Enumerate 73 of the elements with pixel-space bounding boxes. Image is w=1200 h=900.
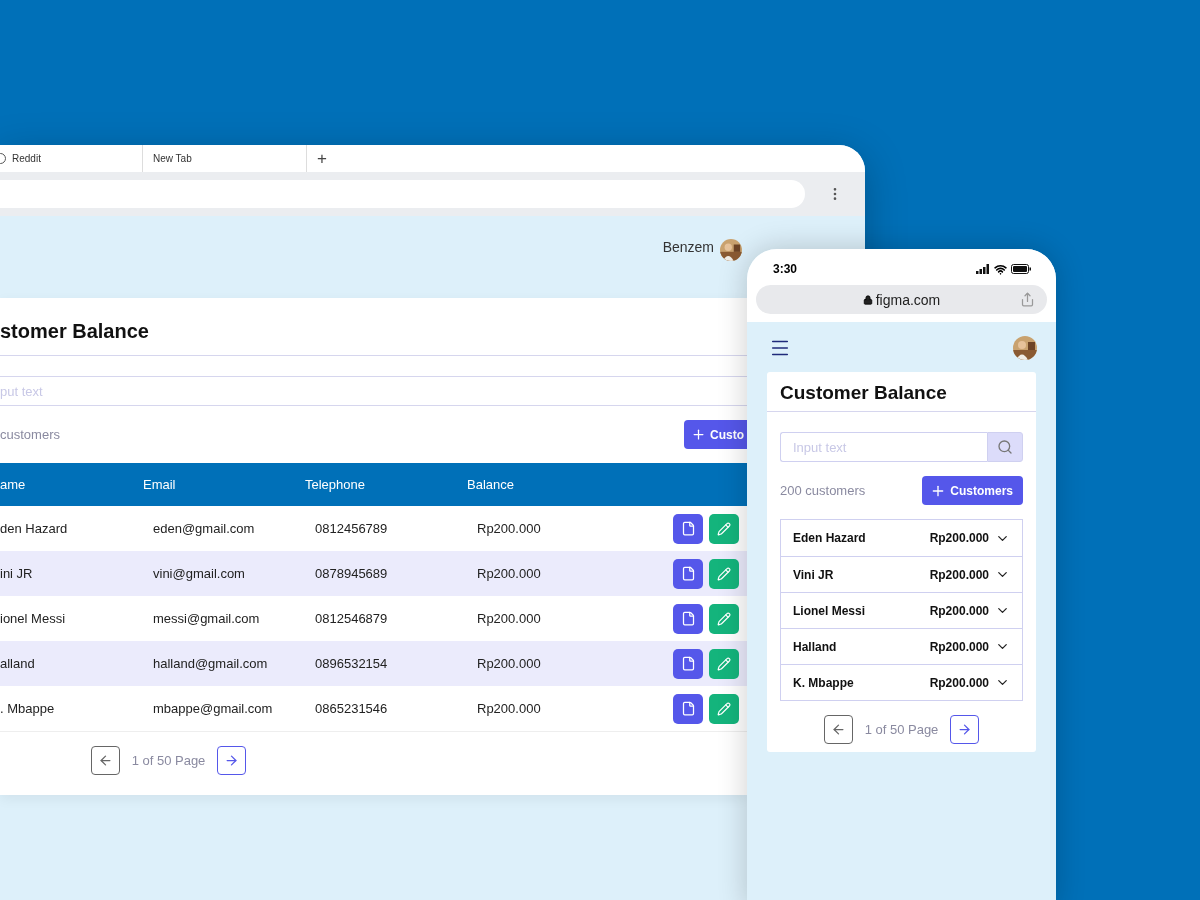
customer-balance: Rp200.000: [929, 603, 989, 618]
file-icon: [680, 611, 696, 626]
column-header: ame: [0, 463, 143, 506]
document-button[interactable]: [673, 603, 703, 634]
document-button[interactable]: [673, 648, 703, 679]
new-tab-button[interactable]: +: [317, 148, 327, 169]
status-time: 3:30: [773, 262, 798, 276]
previous-page-button[interactable]: [90, 746, 120, 775]
card-title: stomer Balance: [0, 319, 150, 344]
customer-balance: Rp200.000: [929, 567, 989, 582]
pencil-icon: [717, 701, 731, 716]
customer-balance: Rp200.000: [929, 675, 989, 690]
customer-count: 200 customers: [780, 483, 866, 498]
edit-button[interactable]: [709, 513, 739, 544]
file-icon: [680, 521, 696, 536]
pencil-icon: [717, 521, 731, 536]
edit-button[interactable]: [709, 648, 739, 679]
file-icon: [680, 701, 696, 716]
address-bar[interactable]: figma.com: [756, 285, 1047, 314]
customer-balance: Rp200.000: [929, 531, 989, 545]
edit-button[interactable]: [709, 558, 739, 589]
lock-icon: [862, 294, 873, 305]
user-name: Benzem: [662, 239, 714, 255]
search-button[interactable]: [987, 432, 1023, 462]
customer-name: K. Mbappe: [793, 675, 855, 690]
plus-icon: [691, 427, 706, 442]
previous-page-button[interactable]: [823, 715, 853, 744]
customer-name: Vini JR: [793, 567, 835, 582]
edit-button[interactable]: [709, 693, 739, 724]
file-icon: [680, 566, 696, 581]
column-header: Balance: [467, 463, 673, 506]
file-icon: [680, 656, 696, 671]
table-cell: Rp200.000: [467, 551, 673, 596]
customer-row[interactable]: Vini JR Rp200.000: [781, 556, 1022, 592]
pencil-icon: [717, 611, 731, 626]
customer-name: Halland: [793, 639, 838, 654]
page-indicator: 1 of 50 Page: [131, 753, 206, 768]
table-cell: halland@gmail.com: [143, 641, 305, 686]
customer-row[interactable]: Halland Rp200.000: [781, 628, 1022, 664]
card-title: Customer Balance: [779, 381, 948, 405]
signal-icon: [976, 264, 990, 274]
document-button[interactable]: [673, 693, 703, 724]
column-header: Email: [143, 463, 305, 506]
customer-row[interactable]: Lionel Messi Rp200.000: [781, 592, 1022, 628]
document-button[interactable]: [673, 513, 703, 544]
customer-row[interactable]: K. Mbappe Rp200.000: [781, 664, 1022, 700]
arrow-right-icon: [224, 753, 240, 768]
url-text: figma.com: [875, 291, 941, 308]
search-icon: [997, 439, 1013, 455]
table-cell: ini JR: [0, 551, 143, 596]
customer-count: customers: [0, 427, 60, 442]
next-page-button[interactable]: [950, 715, 980, 744]
page-indicator: 1 of 50 Page: [864, 722, 939, 737]
add-customer-button[interactable]: Custo: [684, 420, 747, 449]
table-cell: 0896532154: [305, 641, 467, 686]
add-customer-button[interactable]: Customers: [922, 476, 1023, 505]
wifi-icon: [994, 262, 1007, 276]
table-cell: alland: [0, 641, 143, 686]
battery-icon: [1011, 264, 1031, 274]
table-cell: Rp200.000: [467, 641, 673, 686]
pencil-icon: [717, 566, 731, 581]
table-cell: 0878945689: [305, 551, 467, 596]
customer-row[interactable]: Eden Hazard Rp200.000: [781, 520, 1022, 556]
customer-balance: Rp200.000: [929, 639, 989, 654]
edit-button[interactable]: [709, 603, 739, 634]
document-button[interactable]: [673, 558, 703, 589]
column-header: Telephone: [305, 463, 467, 506]
table-cell: vini@gmail.com: [143, 551, 305, 596]
arrow-right-icon: [957, 722, 973, 737]
pencil-icon: [717, 656, 731, 671]
customer-name: Eden Hazard: [793, 531, 867, 545]
customer-name: Lionel Messi: [793, 603, 867, 618]
next-page-button[interactable]: [217, 746, 247, 775]
